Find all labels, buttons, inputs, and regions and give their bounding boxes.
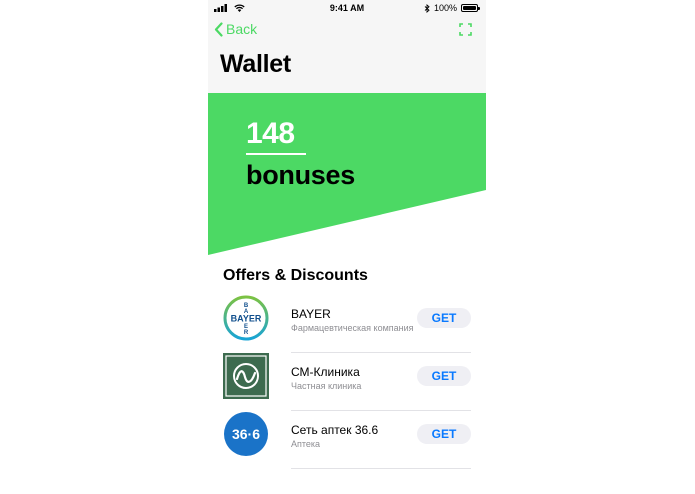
phone-screen: 9:41 AM 100% Back Wallet 148 bonuses Off…: [208, 0, 486, 494]
offer-subtitle: Аптека: [291, 439, 321, 449]
offer-item-sm-clinic[interactable]: СМ-Клиника Частная клиника GET: [223, 353, 486, 411]
battery-percent: 100%: [433, 3, 457, 13]
bonus-count-underline: [246, 153, 306, 155]
offer-subtitle: Фармацевтическая компания: [291, 323, 414, 333]
battery-icon: [461, 4, 480, 12]
get-button[interactable]: GET: [417, 308, 471, 328]
offer-name: Сеть аптек 36.6: [291, 423, 379, 437]
bonus-label: bonuses: [246, 160, 355, 190]
offer-name: BAYER: [291, 307, 331, 321]
offer-item-pharmacy-36-6[interactable]: 36·6 Сеть аптек 36.6 Аптека GET: [223, 411, 486, 469]
page-title: Wallet: [220, 50, 291, 78]
svg-text:36·6: 36·6: [232, 426, 260, 442]
status-right: 100%: [424, 3, 480, 13]
sm-clinic-logo: [223, 353, 269, 399]
offer-item-bayer[interactable]: BAYER B A E R BAYER Фармацевтическая ком…: [223, 295, 486, 353]
pharmacy-36-6-logo: 36·6: [223, 411, 269, 457]
svg-text:R: R: [244, 330, 249, 336]
offers-section-title: Offers & Discounts: [223, 267, 368, 284]
chevron-left-icon: [214, 21, 223, 37]
back-label: Back: [226, 21, 258, 37]
bayer-logo: BAYER B A E R: [223, 295, 269, 341]
bluetooth-icon: [424, 3, 430, 13]
scan-icon: [459, 23, 472, 36]
scan-button[interactable]: [459, 23, 472, 41]
svg-text:A: A: [244, 309, 249, 315]
get-button[interactable]: GET: [417, 366, 471, 386]
get-button[interactable]: GET: [417, 424, 471, 444]
back-button[interactable]: Back: [214, 21, 257, 37]
offer-subtitle: Частная клиника: [291, 381, 362, 391]
bonus-count: 148: [246, 117, 295, 150]
status-bar: 9:41 AM 100%: [208, 0, 486, 18]
offer-name: СМ-Клиника: [291, 365, 360, 379]
row-divider: [291, 468, 471, 469]
svg-text:BAYER: BAYER: [231, 314, 262, 324]
